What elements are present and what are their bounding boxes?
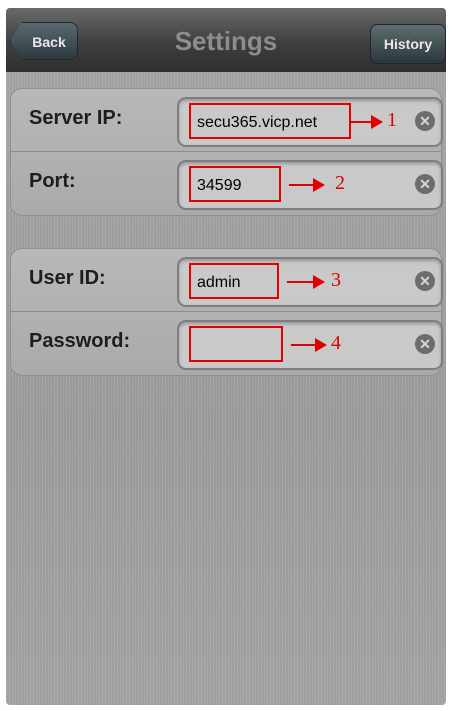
navigation-bar: Back Settings History xyxy=(6,8,446,72)
annotation-number-1: 1 xyxy=(387,109,397,131)
clear-icon[interactable]: ✕ xyxy=(415,334,435,354)
annotation-arrow-1 xyxy=(351,115,383,129)
user-id-value[interactable]: admin xyxy=(189,263,279,299)
clear-icon[interactable]: ✕ xyxy=(415,174,435,194)
port-value[interactable]: 34599 xyxy=(189,166,281,202)
port-row: Port: 34599 2 ✕ xyxy=(11,151,443,214)
password-value[interactable] xyxy=(189,326,283,362)
annotation-number-3: 3 xyxy=(331,269,341,291)
annotation-number-4: 4 xyxy=(331,332,341,354)
user-id-field[interactable]: admin 3 ✕ xyxy=(177,257,443,307)
annotation-number-2: 2 xyxy=(335,172,345,194)
password-row: Password: 4 ✕ xyxy=(11,311,443,374)
user-id-row: User ID: admin 3 ✕ xyxy=(11,249,443,311)
password-label: Password: xyxy=(29,330,131,352)
server-ip-field[interactable]: secu365.vicp.net 1 ✕ xyxy=(177,97,443,147)
port-label: Port: xyxy=(29,170,76,192)
annotation-arrow-3 xyxy=(287,275,325,289)
annotation-arrow-4 xyxy=(291,338,327,352)
clear-icon[interactable]: ✕ xyxy=(415,271,435,291)
settings-screen: Back Settings History Server IP: secu365… xyxy=(6,8,446,705)
clear-icon[interactable]: ✕ xyxy=(415,111,435,131)
history-button[interactable]: History xyxy=(370,24,446,64)
server-ip-label: Server IP: xyxy=(29,107,123,129)
server-ip-row: Server IP: secu365.vicp.net 1 ✕ xyxy=(11,89,443,151)
server-settings-group: Server IP: secu365.vicp.net 1 ✕ Port: 34… xyxy=(10,88,443,216)
annotation-arrow-2 xyxy=(289,178,325,192)
port-field[interactable]: 34599 2 ✕ xyxy=(177,160,443,210)
server-ip-value[interactable]: secu365.vicp.net xyxy=(189,103,351,139)
account-settings-group: User ID: admin 3 ✕ Password: 4 ✕ xyxy=(10,248,443,376)
user-id-label: User ID: xyxy=(29,267,106,289)
password-field[interactable]: 4 ✕ xyxy=(177,320,443,370)
